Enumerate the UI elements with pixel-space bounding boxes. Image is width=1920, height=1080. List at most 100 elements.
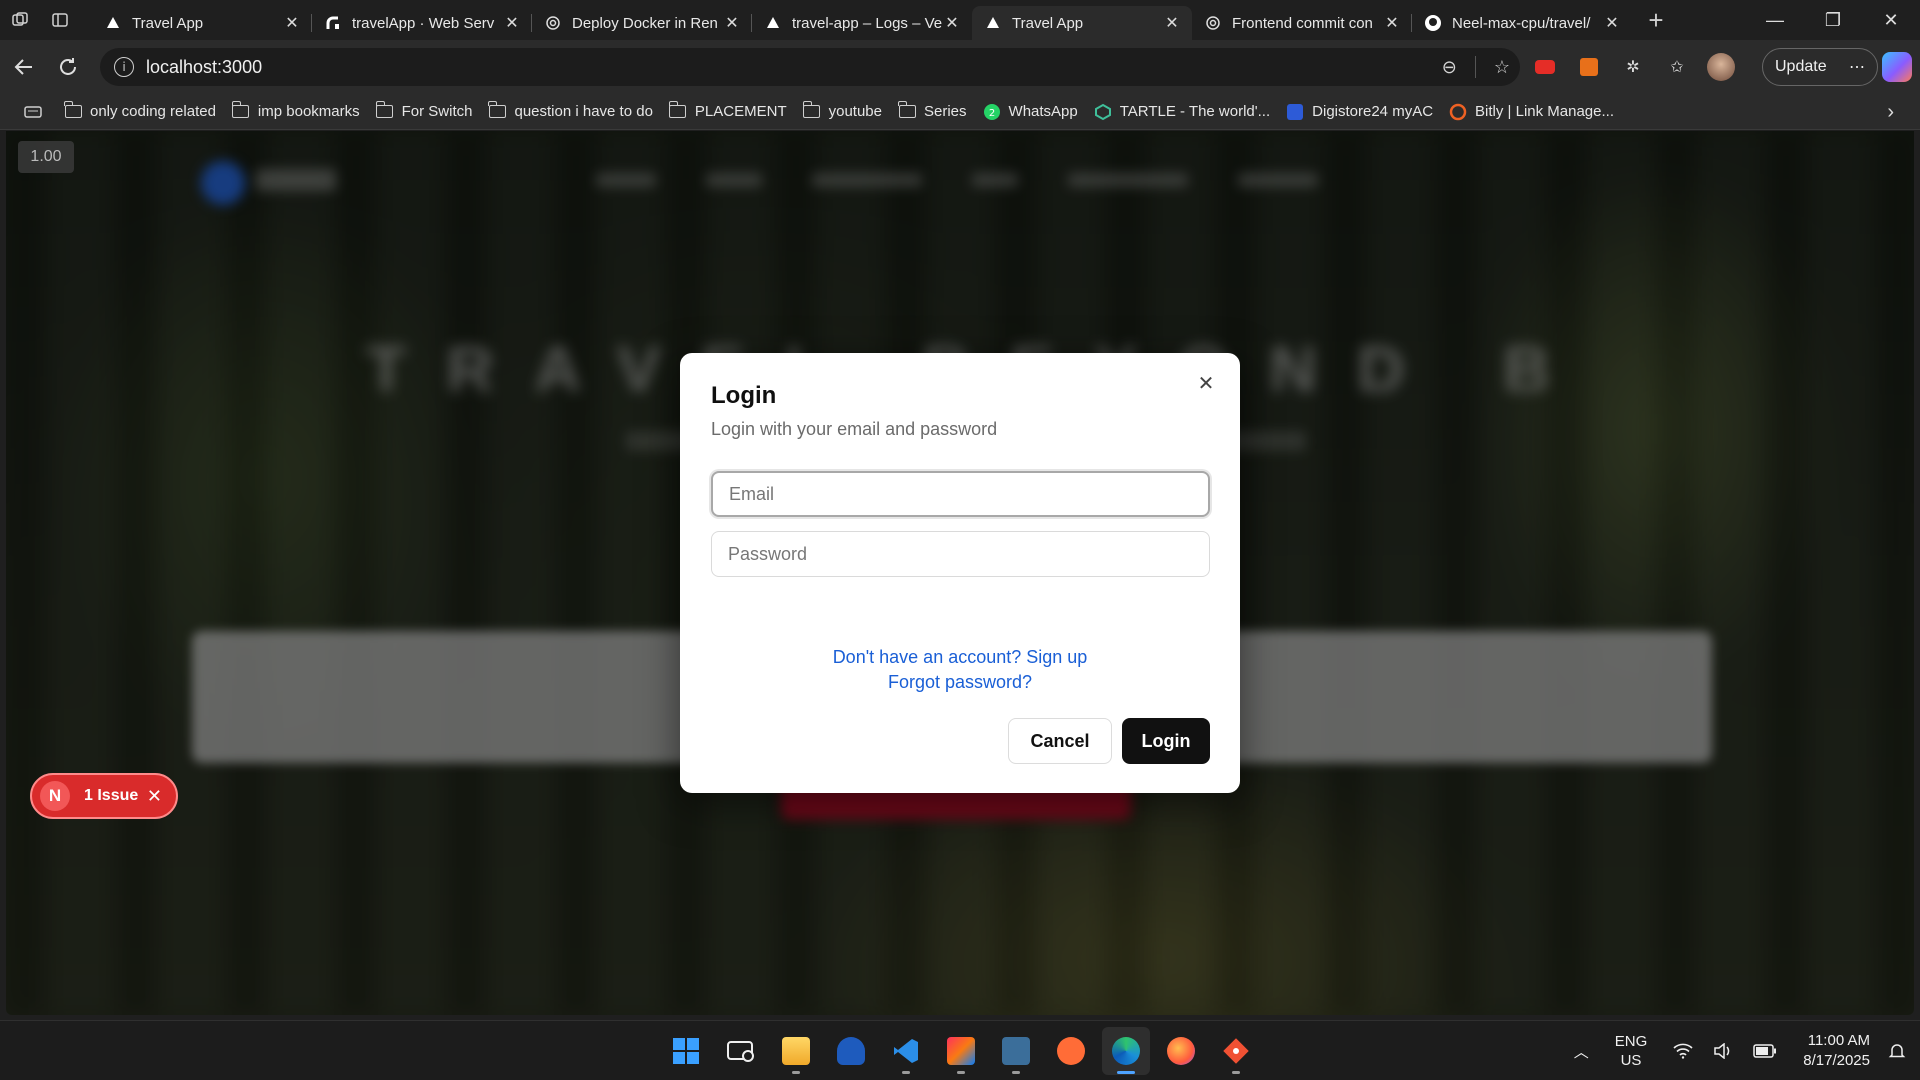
- close-tab-icon[interactable]: ✕: [502, 13, 522, 33]
- postman-icon[interactable]: [1047, 1027, 1095, 1075]
- tartle-icon: [1094, 103, 1112, 121]
- bookmark-link[interactable]: 2 WhatsApp: [975, 97, 1086, 127]
- tab-title: travel-app – Logs – Ve: [792, 14, 942, 32]
- close-icon[interactable]: ✕: [147, 786, 162, 807]
- favorite-star-icon[interactable]: ☆: [1494, 57, 1510, 78]
- restore-icon[interactable]: ❐: [1804, 0, 1862, 40]
- browser-tab-active[interactable]: Travel App ✕: [972, 6, 1192, 40]
- volume-icon[interactable]: [1713, 1043, 1733, 1059]
- vscode-icon[interactable]: [882, 1027, 930, 1075]
- nextjs-issue-badge[interactable]: N 1 Issue ✕: [30, 773, 178, 819]
- vercel-triangle-icon: [764, 14, 782, 32]
- cancel-button[interactable]: Cancel: [1008, 718, 1112, 764]
- forgot-password-link[interactable]: Forgot password?: [680, 672, 1240, 693]
- back-arrow-icon[interactable]: [2, 45, 46, 89]
- bookmark-folder[interactable]: only coding related: [56, 97, 224, 127]
- favorites-icon[interactable]: ✩: [1662, 52, 1692, 82]
- zoom-badge: 1.00: [18, 141, 74, 173]
- clock[interactable]: 11:00 AM 8/17/2025: [1803, 1031, 1870, 1071]
- more-options-icon[interactable]: ⋯: [1849, 57, 1865, 77]
- edge-icon[interactable]: [1102, 1027, 1150, 1075]
- tab-title: Travel App: [132, 14, 204, 32]
- workspaces-icon[interactable]: [0, 0, 40, 40]
- browser-tab[interactable]: Neel-max-cpu/travel/ ✕: [1411, 6, 1632, 40]
- password-field[interactable]: Password: [711, 531, 1210, 577]
- close-tab-icon[interactable]: ✕: [282, 13, 302, 33]
- wifi-icon[interactable]: [1673, 1043, 1693, 1059]
- bookmark-folder[interactable]: question i have to do: [480, 97, 660, 127]
- login-button[interactable]: Login: [1122, 718, 1210, 764]
- dialog-description: Login with your email and password: [711, 419, 998, 439]
- close-tab-icon[interactable]: ✕: [1162, 13, 1182, 33]
- bookmark-label: TARTLE - The world'...: [1119, 103, 1271, 120]
- youtube-extension-icon[interactable]: [1530, 52, 1560, 82]
- render-icon: [324, 14, 342, 32]
- battery-icon[interactable]: [1753, 1044, 1777, 1058]
- issue-count-label: 1 Issue: [84, 787, 139, 804]
- intellij-icon[interactable]: [937, 1027, 985, 1075]
- browser-tab[interactable]: travelApp · Web Serv ✕: [311, 6, 532, 40]
- chatgpt-icon: [544, 14, 562, 32]
- windows-start-icon[interactable]: [662, 1027, 710, 1075]
- tab-title: Travel App: [1012, 14, 1084, 32]
- extensions-puzzle-icon[interactable]: ✲: [1618, 52, 1648, 82]
- bookmark-link[interactable]: Digistore24 myAC: [1278, 97, 1441, 127]
- address-bar[interactable]: i localhost:3000 ⊖ ☆: [100, 48, 1520, 86]
- bookmark-label: only coding related: [90, 103, 216, 120]
- mysql-workbench-icon[interactable]: [992, 1027, 1040, 1075]
- whatsapp-icon: 2: [983, 103, 1001, 121]
- close-tab-icon[interactable]: ✕: [1602, 13, 1622, 33]
- browser-tab[interactable]: Deploy Docker in Ren ✕: [531, 6, 752, 40]
- browser-tab[interactable]: travel-app – Logs – Ve ✕: [751, 6, 972, 40]
- dialog-title: Login: [711, 382, 777, 409]
- file-explorer-icon[interactable]: [772, 1027, 820, 1075]
- close-window-icon[interactable]: ✕: [1862, 0, 1920, 40]
- lighthouse-extension-icon[interactable]: [1574, 52, 1604, 82]
- bookmark-folder[interactable]: Series: [890, 97, 975, 127]
- folder-icon: [375, 101, 394, 121]
- minimize-icon[interactable]: —: [1746, 0, 1804, 40]
- folder-icon: [64, 101, 82, 121]
- db-tool-icon[interactable]: [827, 1027, 875, 1075]
- email-field[interactable]: Email: [711, 471, 1210, 517]
- bookmark-folder[interactable]: imp bookmarks: [224, 97, 368, 127]
- close-tab-icon[interactable]: ✕: [722, 13, 742, 33]
- language-indicator[interactable]: ENG US: [1615, 1032, 1648, 1070]
- folder-icon: [898, 101, 916, 121]
- bookmark-folder[interactable]: For Switch: [368, 97, 481, 127]
- site-info-icon[interactable]: i: [114, 57, 134, 77]
- tab-title: Deploy Docker in Ren: [572, 14, 718, 32]
- profile-avatar-icon[interactable]: [1706, 52, 1736, 82]
- close-icon[interactable]: ✕: [1194, 371, 1218, 395]
- copilot-icon[interactable]: [1882, 52, 1912, 82]
- signup-link[interactable]: Don't have an account? Sign up: [680, 647, 1240, 668]
- reading-mode-icon[interactable]: ⊖: [1442, 57, 1457, 78]
- close-tab-icon[interactable]: ✕: [1382, 13, 1402, 33]
- bookmark-link[interactable]: Bitly | Link Manage...: [1441, 97, 1622, 127]
- vertical-tabs-icon[interactable]: [40, 0, 80, 40]
- bookmark-label: Digistore24 myAC: [1312, 103, 1434, 120]
- bookmark-folder[interactable]: PLACEMENT: [661, 97, 795, 127]
- chevron-up-icon[interactable]: ︿: [1574, 1041, 1589, 1062]
- browser-tab[interactable]: Travel App ✕: [92, 6, 312, 40]
- windows-taskbar: ︿ ENG US 11:00 AM 8/17/2025: [0, 1020, 1920, 1080]
- svg-text:2: 2: [988, 108, 994, 119]
- browser-tab[interactable]: Frontend commit con ✕: [1192, 6, 1412, 40]
- reload-icon[interactable]: [46, 45, 90, 89]
- update-button[interactable]: Update ⋯: [1762, 48, 1878, 86]
- bookmark-tabs-icon[interactable]: [16, 97, 56, 127]
- bookmark-label: WhatsApp: [1008, 103, 1078, 120]
- time-text: 11:00 AM: [1807, 1032, 1870, 1049]
- bookmark-link[interactable]: TARTLE - The world'...: [1086, 97, 1278, 127]
- bookmark-label: Bitly | Link Manage...: [1475, 103, 1614, 120]
- task-view-icon[interactable]: [717, 1027, 765, 1075]
- new-tab-icon[interactable]: +: [1636, 0, 1676, 40]
- firefox-icon[interactable]: [1157, 1027, 1205, 1075]
- folder-icon: [231, 101, 250, 121]
- bookmark-folder[interactable]: youtube: [795, 97, 890, 127]
- git-icon[interactable]: [1212, 1027, 1260, 1075]
- chevron-right-icon[interactable]: ›: [1887, 94, 1894, 130]
- folder-icon: [802, 101, 821, 121]
- close-tab-icon[interactable]: ✕: [942, 13, 962, 33]
- notification-icon[interactable]: [1888, 1042, 1906, 1060]
